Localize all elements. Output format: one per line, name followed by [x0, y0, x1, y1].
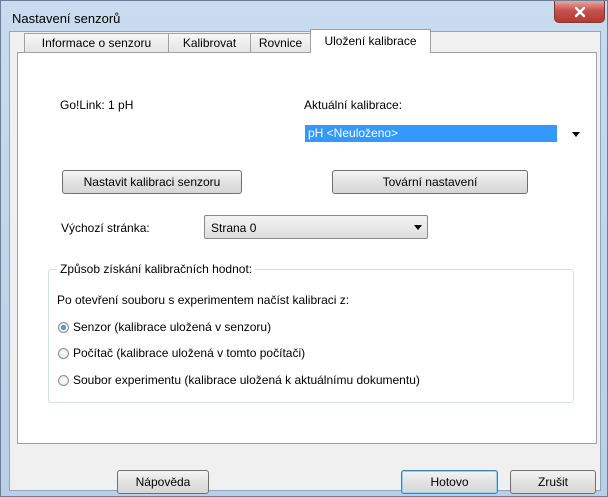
close-icon	[574, 6, 585, 17]
cancel-button[interactable]: Zrušit	[510, 470, 596, 494]
radio-label[interactable]: Počítač (kalibrace uložená v tomto počít…	[73, 346, 305, 360]
calibration-source-group-label: Způsob získání kalibračních hodnot:	[57, 262, 256, 276]
chevron-down-icon	[572, 132, 580, 137]
current-calibration-selected: pH <Neuloženo>	[305, 125, 557, 142]
chevron-down-icon	[414, 225, 422, 230]
title-bar[interactable]: Nastavení senzorů	[1, 1, 607, 31]
sensor-name: Go!Link: 1 pH	[60, 98, 134, 112]
radio-button[interactable]	[58, 322, 69, 333]
radio-label[interactable]: Soubor experimentu (kalibrace uložená k …	[73, 373, 420, 387]
calibration-source-prompt: Po otevření souboru s experimentem načís…	[57, 293, 350, 307]
current-calibration-label: Aktuální kalibrace:	[304, 98, 403, 112]
window-title: Nastavení senzorů	[12, 11, 121, 26]
factory-settings-button[interactable]: Tovární nastavení	[332, 170, 528, 194]
default-page-select[interactable]: Strana 0	[204, 215, 428, 239]
current-calibration-select[interactable]: pH <Neuloženo>	[304, 123, 587, 145]
set-sensor-calibration-button[interactable]: Nastavit kalibraci senzoru	[62, 170, 242, 194]
radio-button[interactable]	[58, 375, 69, 386]
tab-calibrate[interactable]: Kalibrovat	[168, 33, 251, 52]
tab-equation[interactable]: Rovnice	[250, 33, 311, 52]
done-button[interactable]: Hotovo	[401, 470, 498, 494]
tab-sensor-info[interactable]: Informace o senzoru	[24, 33, 169, 52]
tab-calibration-storage[interactable]: Uložení kalibrace	[310, 29, 431, 53]
help-button[interactable]: Nápověda	[117, 470, 209, 494]
radio-button[interactable]	[58, 348, 69, 359]
default-page-label: Výchozí stránka:	[61, 221, 150, 235]
close-button[interactable]	[554, 1, 605, 23]
radio-label[interactable]: Senzor (kalibrace uložená v senzoru)	[73, 320, 271, 334]
default-page-value: Strana 0	[211, 221, 257, 235]
